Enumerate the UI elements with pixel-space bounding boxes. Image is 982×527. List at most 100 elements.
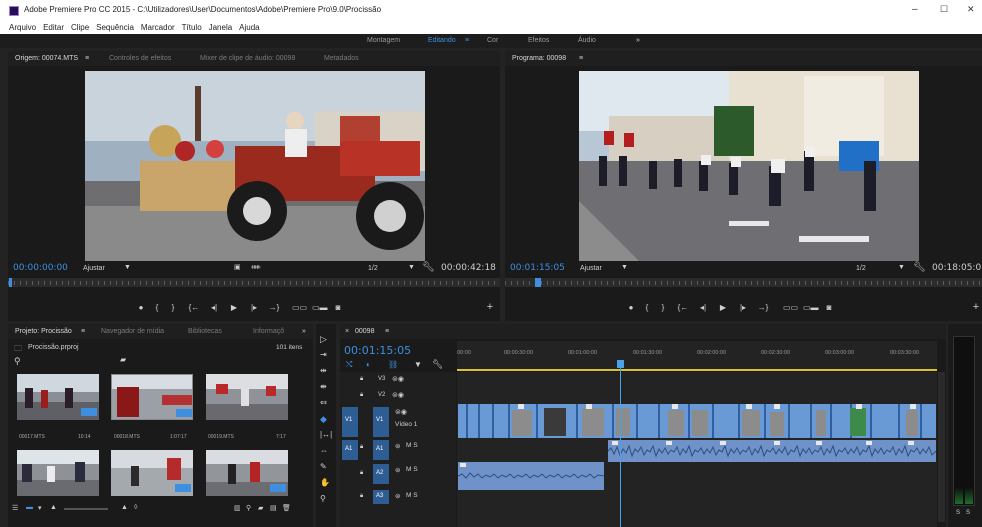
work-area-bar[interactable] <box>457 369 937 371</box>
timeline-playhead-handle[interactable] <box>617 360 624 368</box>
maximize-button[interactable]: ☐ <box>940 4 948 15</box>
mute-solo-buttons[interactable]: M S <box>406 442 418 449</box>
go-to-in-icon[interactable]: {← <box>677 303 689 313</box>
audio-track-a2[interactable] <box>457 462 605 490</box>
snap-icon[interactable]: ◐ <box>366 360 371 369</box>
timeline-timecode[interactable]: 00:01:15:05 <box>344 344 411 357</box>
add-marker-icon[interactable]: ● <box>625 303 637 313</box>
audio-track-a1[interactable] <box>607 440 937 462</box>
zoom-tool-icon[interactable]: ⚲ <box>320 494 326 503</box>
icon-view-icon[interactable]: ▬ <box>26 504 33 511</box>
chevron-down-icon[interactable]: ▼ <box>898 264 905 271</box>
sync-lock-icon[interactable]: ⊜ <box>395 492 400 500</box>
thumbnail-00018[interactable] <box>111 374 193 420</box>
tab-metadata[interactable]: Metadados <box>324 51 359 66</box>
nest-icon[interactable]: ⤭ <box>346 360 352 370</box>
workspace-more[interactable]: » <box>636 34 640 48</box>
linked-selection-icon[interactable]: ⛓ <box>388 360 398 369</box>
sort-options-icon[interactable]: ◊ <box>134 504 137 511</box>
go-to-in-icon[interactable]: {← <box>188 303 200 313</box>
chevron-down-icon[interactable]: ▼ <box>621 264 628 271</box>
extract-icon[interactable]: ▭▬ <box>803 303 819 313</box>
menu-arquivo[interactable]: Arquivo <box>9 22 36 34</box>
razor-tool-icon[interactable]: ◆ <box>320 414 327 425</box>
menu-sequencia[interactable]: Sequência <box>96 22 134 34</box>
timeline-playhead-line[interactable] <box>620 368 621 527</box>
find-icon[interactable]: ⚲ <box>246 504 251 512</box>
thumbnail-clip[interactable] <box>17 450 99 496</box>
add-icon[interactable]: + <box>484 302 496 313</box>
mute-solo-buttons[interactable]: M S <box>406 492 418 499</box>
source-resolution-select[interactable]: 1/2 <box>368 265 378 272</box>
mark-out-icon[interactable]: } <box>167 303 179 313</box>
chevron-down-icon[interactable]: ▼ <box>124 264 131 271</box>
program-playhead[interactable] <box>535 278 541 287</box>
slip-tool-icon[interactable]: |↔| <box>320 430 332 439</box>
source-time-ruler[interactable] <box>8 277 500 287</box>
solo-left-button[interactable]: S <box>956 510 960 516</box>
lock-icon[interactable]: 🔒︎ <box>360 392 363 399</box>
mute-solo-buttons[interactable]: M S <box>406 466 418 473</box>
sync-lock-icon[interactable]: ⊜ <box>395 442 400 450</box>
add-marker-icon[interactable]: ● <box>135 303 147 313</box>
tab-media-browser[interactable]: Navegador de mídia <box>101 324 164 339</box>
thumbnail-00019[interactable] <box>206 374 288 420</box>
program-resolution-select[interactable]: 1/2 <box>856 265 866 272</box>
eye-icon[interactable]: ⊜◉ <box>392 391 404 399</box>
tab-sequence[interactable]: 00098 <box>355 324 374 339</box>
folder-icon[interactable]: ▰ <box>120 355 126 364</box>
tab-libraries[interactable]: Bibliotecas <box>188 324 222 339</box>
thumbnail-clip[interactable] <box>111 450 193 496</box>
settings-icon[interactable]: ▣ <box>234 263 241 271</box>
zoom-in-icon[interactable]: ▲ <box>121 504 128 511</box>
eye-icon[interactable]: ⊜◉ <box>392 375 404 383</box>
ripple-edit-icon[interactable]: ⇹ <box>320 366 327 375</box>
play-icon[interactable]: ▶ <box>228 303 240 313</box>
source-zoom-select[interactable]: Ajustar <box>83 265 105 272</box>
chevron-down-icon[interactable]: ▼ <box>408 264 415 271</box>
overwrite-icon[interactable]: ▭▬ <box>312 303 328 313</box>
new-bin-icon[interactable]: ▰ <box>258 504 263 512</box>
workspace-audio[interactable]: Áudio <box>578 34 596 48</box>
close-button[interactable]: ✕ <box>967 4 975 15</box>
new-item-icon[interactable]: ▤ <box>270 504 277 512</box>
workspace-efeitos[interactable]: Efeitos <box>528 34 549 48</box>
step-forward-icon[interactable]: |▸ <box>248 303 260 313</box>
search-icon[interactable]: ⚲ <box>14 356 21 367</box>
mark-in-icon[interactable]: { <box>641 303 653 313</box>
thumbnail-00017[interactable] <box>17 374 99 420</box>
program-time-ruler[interactable] <box>505 277 982 287</box>
program-timecode[interactable]: 00:01:15:05 <box>510 263 565 273</box>
menu-editar[interactable]: Editar <box>43 22 64 34</box>
zoom-slider[interactable] <box>64 508 108 510</box>
zoom-out-icon[interactable]: ▲ <box>50 504 57 511</box>
lock-icon[interactable]: 🔒︎ <box>360 376 363 383</box>
step-back-icon[interactable]: ◂| <box>697 303 709 313</box>
close-icon[interactable]: × <box>345 324 349 339</box>
wrench-icon[interactable]: 🔧︎ <box>913 262 926 273</box>
rolling-edit-icon[interactable]: ⇼ <box>320 382 327 391</box>
menu-clipe[interactable]: Clipe <box>71 22 89 34</box>
program-video-frame[interactable] <box>579 71 919 261</box>
go-to-out-icon[interactable]: →} <box>757 303 769 313</box>
lock-icon[interactable]: 🔒︎ <box>360 493 363 500</box>
workspace-cor[interactable]: Cor <box>487 34 498 48</box>
lock-icon[interactable]: 🔒︎ <box>360 444 363 451</box>
hand-tool-icon[interactable]: ✋ <box>320 478 330 487</box>
slide-tool-icon[interactable]: ⇔ <box>320 446 328 455</box>
add-marker-icon[interactable]: ▼ <box>414 360 422 369</box>
track-select-icon[interactable]: ⇥ <box>320 350 327 359</box>
tab-info[interactable]: Informaçõ <box>253 324 284 339</box>
list-view-icon[interactable]: ☰ <box>12 504 18 512</box>
rate-stretch-icon[interactable]: ⤆ <box>320 398 327 407</box>
panel-menu-icon[interactable]: ≡ <box>81 324 85 339</box>
mark-in-icon[interactable]: { <box>151 303 163 313</box>
tab-audio-clip-mixer[interactable]: Mixer de clipe de áudio: 00098 <box>200 51 295 66</box>
source-playhead[interactable] <box>9 278 12 287</box>
play-icon[interactable]: ▶ <box>717 303 729 313</box>
insert-icon[interactable]: ▭▭ <box>292 303 307 313</box>
source-timecode-in[interactable]: 00:00:00:00 <box>13 263 68 273</box>
step-back-icon[interactable]: ◂| <box>208 303 220 313</box>
mark-out-icon[interactable]: } <box>657 303 669 313</box>
camera-icon[interactable]: ◙ <box>823 303 835 313</box>
